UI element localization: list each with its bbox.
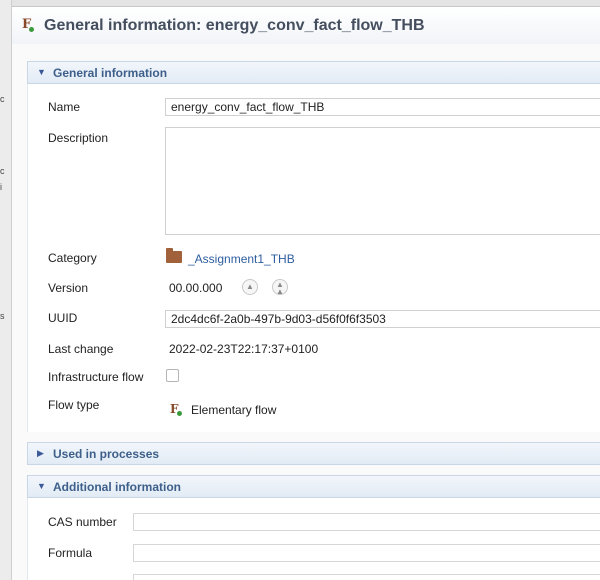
name-input[interactable]: energy_conv_fact_flow_THB xyxy=(165,98,600,116)
formula-label: Formula xyxy=(48,546,93,560)
infrastructure-flow-label: Infrastructure flow xyxy=(48,370,144,384)
editor-tab-bar[interactable] xyxy=(12,0,600,7)
section-general-information[interactable]: ▼ General information xyxy=(27,61,600,84)
chevron-down-icon: ▼ xyxy=(37,67,46,77)
section-used-in-processes[interactable]: ▶ Used in processes xyxy=(27,442,600,465)
version-label: Version xyxy=(48,281,89,295)
left-panel-strip xyxy=(0,0,12,580)
description-label: Description xyxy=(48,131,109,145)
left-strip-glyph: s xyxy=(0,311,5,321)
last-change-value: 2022-02-23T22:17:37+0100 xyxy=(169,342,319,356)
left-strip-glyph: i xyxy=(0,182,2,192)
flow-type-label: Flow type xyxy=(48,398,100,412)
flow-icon: F xyxy=(170,402,182,416)
uuid-input[interactable]: 2dc4dc6f-2a0b-497b-9d03-d56f0f6f3503 xyxy=(165,310,600,328)
flow-icon: F xyxy=(22,16,35,32)
infrastructure-flow-checkbox[interactable] xyxy=(166,369,179,382)
left-strip-glyph: c xyxy=(0,166,5,176)
version-value: 00.00.000 xyxy=(169,281,223,295)
section-heading: General information xyxy=(53,66,168,80)
section-heading: Used in processes xyxy=(53,447,160,461)
name-label: Name xyxy=(48,100,81,114)
flow-type-value: Elementary flow xyxy=(191,403,277,417)
section-heading: Additional information xyxy=(53,480,181,494)
uuid-label: UUID xyxy=(48,311,78,325)
category-link[interactable]: _Assignment1_THB xyxy=(188,252,295,266)
last-change-label: Last change xyxy=(48,342,114,356)
version-increment-major-button[interactable]: ▲ ▲ xyxy=(272,279,288,296)
arrow-up-double-icon: ▲ ▲ xyxy=(276,280,284,296)
description-textarea[interactable] xyxy=(165,127,600,235)
folder-icon xyxy=(166,248,182,263)
chevron-down-icon: ▼ xyxy=(37,481,46,491)
editor-title: General information: energy_conv_fact_fl… xyxy=(44,17,425,34)
section-additional-information[interactable]: ▼ Additional information xyxy=(27,475,600,498)
formula-input[interactable] xyxy=(133,544,600,562)
version-increment-button[interactable]: ▲ xyxy=(242,279,258,295)
category-label: Category xyxy=(48,251,97,265)
arrow-up-icon: ▲ xyxy=(246,282,254,291)
additional-information-body xyxy=(27,498,600,580)
chevron-right-icon: ▶ xyxy=(37,448,44,458)
cas-number-label: CAS number xyxy=(48,515,117,529)
left-strip-glyph: c xyxy=(0,94,5,104)
cas-number-input[interactable] xyxy=(133,513,600,531)
next-field-input[interactable] xyxy=(133,574,600,580)
